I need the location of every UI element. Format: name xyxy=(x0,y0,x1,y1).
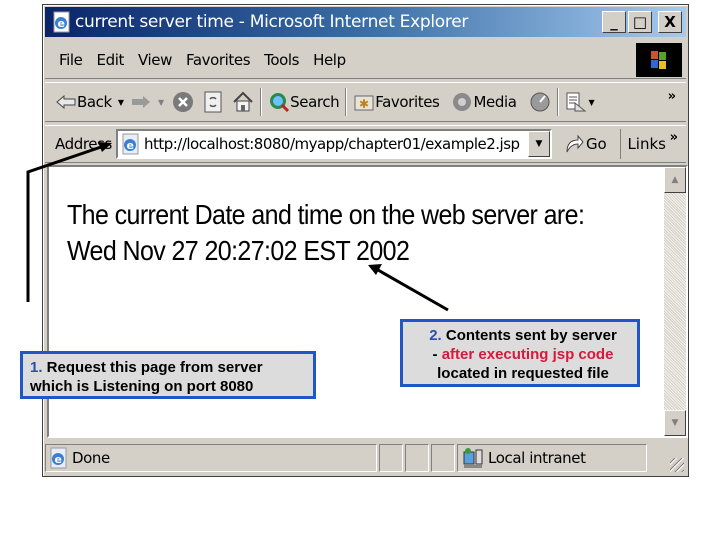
callout-2-highlight: after executing jsp code xyxy=(441,346,614,363)
ie-page-icon: e xyxy=(51,11,71,33)
stop-button[interactable] xyxy=(172,91,194,113)
local-intranet-icon xyxy=(462,447,484,469)
resize-grip[interactable] xyxy=(670,458,684,472)
toolbar-separator xyxy=(556,88,559,116)
menu-tools[interactable]: Tools xyxy=(264,51,299,69)
maximize-button[interactable]: □ xyxy=(628,11,652,33)
links-button[interactable]: Links xyxy=(620,129,666,159)
windows-logo xyxy=(636,43,682,77)
status-pane-main: e Done xyxy=(45,444,377,472)
refresh-button[interactable] xyxy=(202,91,224,113)
window-title: current server time - Microsoft Internet… xyxy=(75,12,469,32)
favorites-button[interactable]: ✱ Favorites xyxy=(353,91,440,113)
history-button[interactable] xyxy=(529,91,551,113)
callout-1-line1: Request this page from server xyxy=(42,359,263,376)
scroll-up-arrow-icon: ▲ xyxy=(671,175,679,185)
go-button[interactable]: Go xyxy=(564,134,607,154)
home-button[interactable] xyxy=(232,91,254,113)
media-icon xyxy=(451,91,473,113)
title-bar[interactable]: e current server time - Microsoft Intern… xyxy=(45,7,686,37)
address-dropdown-button[interactable]: ▼ xyxy=(527,131,550,157)
status-text: Done xyxy=(72,449,110,467)
favorites-label: Favorites xyxy=(375,93,440,111)
status-pane-empty xyxy=(405,444,429,472)
status-pane-empty xyxy=(431,444,455,472)
forward-button[interactable] xyxy=(130,91,152,113)
search-button[interactable]: Search xyxy=(268,91,340,113)
back-button[interactable]: Back xyxy=(55,91,112,113)
media-button[interactable]: Media xyxy=(451,91,517,113)
address-url: http://localhost:8080/myapp/chapter01/ex… xyxy=(143,135,520,153)
server-datetime: Wed Nov 27 20:27:02 EST 2002 xyxy=(67,235,410,267)
standard-toolbar: Back ▼ ▼ Search ✱ Favorites Media ▼ » xyxy=(45,82,686,122)
mail-dropdown-icon[interactable]: ▼ xyxy=(589,98,595,107)
callout-2-line3: located in requested file xyxy=(437,365,609,382)
callout-1-number: 1. xyxy=(30,359,43,376)
menu-help[interactable]: Help xyxy=(313,51,346,69)
links-overflow-chevron[interactable]: » xyxy=(670,130,678,145)
ie-window: e current server time - Microsoft Intern… xyxy=(42,4,689,477)
go-label: Go xyxy=(585,135,607,153)
callout-request: 1. Request this page from server which i… xyxy=(20,351,316,399)
status-bar: e Done Local intranet xyxy=(45,441,686,475)
address-bar: Address e http://localhost:8080/myapp/ch… xyxy=(45,125,686,163)
scroll-down-arrow-icon: ▼ xyxy=(671,418,679,428)
zone-text: Local intranet xyxy=(488,449,586,467)
windows-flag-icon xyxy=(651,51,666,69)
address-label: Address xyxy=(55,135,112,153)
status-pane-empty xyxy=(379,444,403,472)
history-icon xyxy=(529,91,551,113)
close-button[interactable]: X xyxy=(658,11,682,33)
callout-1-line2: which is Listening on port 8080 xyxy=(30,378,254,395)
svg-text:e: e xyxy=(126,139,133,152)
menu-edit[interactable]: Edit xyxy=(97,51,125,69)
home-icon xyxy=(232,91,254,113)
svg-text:e: e xyxy=(58,17,65,30)
refresh-icon xyxy=(202,91,224,113)
callout-2-number: 2. xyxy=(429,327,442,344)
scroll-up-button[interactable]: ▲ xyxy=(664,167,686,193)
menu-view[interactable]: View xyxy=(138,51,172,69)
page-heading: The current Date and time on the web ser… xyxy=(67,199,585,231)
callout-2-line2-prefix: - xyxy=(432,346,442,363)
menu-bar: File Edit View Favorites Tools Help xyxy=(45,41,686,79)
go-arrow-icon xyxy=(564,134,584,154)
search-globe-icon xyxy=(268,91,290,113)
minimize-button[interactable]: _ xyxy=(602,11,626,33)
forward-arrow-icon xyxy=(130,91,152,113)
address-input[interactable]: e http://localhost:8080/myapp/chapter01/… xyxy=(115,129,552,159)
toolbar-overflow-chevron[interactable]: » xyxy=(668,89,676,104)
back-label: Back xyxy=(77,93,112,111)
search-label: Search xyxy=(290,93,340,111)
svg-text:✱: ✱ xyxy=(359,97,369,111)
media-label: Media xyxy=(473,93,517,111)
back-arrow-icon xyxy=(55,91,77,113)
menu-file[interactable]: File xyxy=(59,51,83,69)
toolbar-separator xyxy=(260,88,263,116)
status-page-icon: e xyxy=(48,447,68,469)
stop-icon xyxy=(172,91,194,113)
menu-favorites[interactable]: Favorites xyxy=(186,51,251,69)
vertical-scrollbar[interactable]: ▲ ▼ xyxy=(664,167,686,436)
scroll-down-button[interactable]: ▼ xyxy=(664,410,686,436)
forward-dropdown-icon[interactable]: ▼ xyxy=(158,98,164,107)
toolbar-separator xyxy=(345,88,348,116)
callout-response: 2. Contents sent by server - after execu… xyxy=(400,319,640,387)
back-dropdown-icon[interactable]: ▼ xyxy=(118,98,124,107)
mail-icon xyxy=(565,91,587,113)
callout-2-line1: Contents sent by server xyxy=(441,327,617,344)
mail-button[interactable]: ▼ xyxy=(565,91,595,113)
page-icon: e xyxy=(120,133,140,155)
favorites-folder-icon: ✱ xyxy=(353,91,375,113)
status-pane-zone: Local intranet xyxy=(457,444,647,472)
svg-text:e: e xyxy=(55,453,62,466)
